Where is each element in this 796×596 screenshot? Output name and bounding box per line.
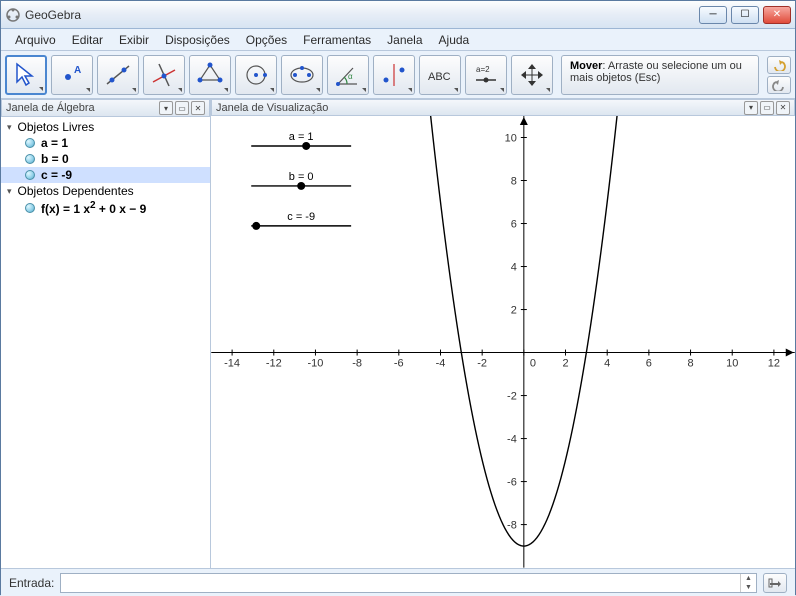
algebra-panel: Janela de Álgebra ▾ ▭ ✕ Objetos Livresa … [1, 99, 211, 568]
object-label: b = 0 [41, 152, 69, 166]
input-help-button[interactable] [763, 573, 787, 593]
close-button[interactable]: ✕ [763, 6, 791, 24]
object-label: a = 1 [41, 136, 68, 150]
svg-text:0: 0 [530, 358, 536, 370]
tool-point[interactable]: A [51, 55, 93, 95]
menu-opções[interactable]: Opções [238, 31, 295, 49]
svg-text:2: 2 [562, 358, 568, 370]
svg-text:-14: -14 [224, 358, 240, 370]
tool-ellipse[interactable] [281, 55, 323, 95]
command-input[interactable] [61, 574, 740, 592]
tool-move-view[interactable] [511, 55, 553, 95]
graphics-view[interactable]: -14 -12 -10 -8 -6 -4 -2 2 4 6 8 10 12 -8 -6 -4 -2 2 4 6 8 10 0… [211, 116, 795, 568]
tool-angle[interactable]: α [327, 55, 369, 95]
input-bar: Entrada: ▲▼ [1, 568, 795, 596]
svg-text:10: 10 [505, 133, 517, 145]
titlebar: GeoGebra ─ ☐ ✕ [1, 1, 795, 29]
algebra-tree: Objetos Livresa = 1 b = 0 c = -9Objetos De… [1, 117, 210, 568]
graphics-title: Janela de Visualização [216, 102, 328, 114]
tool-slider[interactable]: a=2 [465, 55, 507, 95]
dependent-object-0[interactable]: f(x) = 1 x2 + 0 x − 9 [1, 199, 210, 217]
tool-polygon[interactable] [189, 55, 231, 95]
svg-text:2: 2 [511, 305, 517, 317]
tool-line[interactable] [97, 55, 139, 95]
menu-janela[interactable]: Janela [379, 31, 430, 49]
svg-text:a = 1: a = 1 [289, 131, 314, 143]
minimize-button[interactable]: ─ [699, 6, 727, 24]
tree-dependent-objects[interactable]: Objetos Dependentes [1, 183, 210, 199]
svg-text:6: 6 [511, 219, 517, 231]
object-visibility-icon[interactable] [25, 203, 35, 213]
object-visibility-icon[interactable] [25, 138, 35, 148]
svg-text:-2: -2 [507, 391, 517, 403]
svg-text:12: 12 [768, 358, 780, 370]
svg-text:-4: -4 [436, 358, 446, 370]
algebra-header: Janela de Álgebra ▾ ▭ ✕ [1, 99, 210, 117]
svg-text:-6: -6 [394, 358, 404, 370]
svg-text:-10: -10 [308, 358, 324, 370]
svg-text:8: 8 [511, 176, 517, 188]
panel-menu-icon[interactable]: ▾ [159, 101, 173, 115]
svg-text:10: 10 [726, 358, 738, 370]
tool-perpendicular[interactable] [143, 55, 185, 95]
svg-text:8: 8 [687, 358, 693, 370]
geogebra-icon [5, 7, 21, 23]
object-label: f(x) = 1 x2 + 0 x − 9 [41, 200, 146, 216]
tool-hint: Mover: Arraste ou selecione um ou mais o… [561, 55, 759, 95]
menu-editar[interactable]: Editar [64, 31, 111, 49]
tool-text[interactable]: ABC [419, 55, 461, 95]
svg-text:-8: -8 [352, 358, 362, 370]
tool-move[interactable] [5, 55, 47, 95]
svg-text:-12: -12 [266, 358, 282, 370]
maximize-button[interactable]: ☐ [731, 6, 759, 24]
svg-text:-6: -6 [507, 477, 517, 489]
panel-menu-icon[interactable]: ▾ [744, 101, 758, 115]
svg-text:-8: -8 [507, 520, 517, 532]
svg-text:ABC: ABC [428, 71, 451, 83]
svg-text:-2: -2 [477, 358, 487, 370]
svg-text:a=2: a=2 [476, 65, 490, 74]
svg-text:4: 4 [511, 262, 517, 274]
panel-close-icon[interactable]: ✕ [776, 101, 790, 115]
panel-detach-icon[interactable]: ▭ [175, 101, 189, 115]
object-visibility-icon[interactable] [25, 154, 35, 164]
tree-free-objects[interactable]: Objetos Livres [1, 119, 210, 135]
object-visibility-icon[interactable] [25, 170, 35, 180]
panel-close-icon[interactable]: ✕ [191, 101, 205, 115]
free-object-1[interactable]: b = 0 [1, 151, 210, 167]
object-label: c = -9 [41, 168, 72, 182]
input-history-combo[interactable]: ▲▼ [740, 574, 756, 592]
svg-text:b = 0: b = 0 [289, 171, 314, 183]
graphics-panel: Janela de Visualização ▾ ▭ ✕ -14 -12 -10 -8… [211, 99, 795, 568]
panel-detach-icon[interactable]: ▭ [760, 101, 774, 115]
input-field-group: ▲▼ [60, 573, 757, 593]
menubar: ArquivoEditarExibirDisposiçõesOpçõesFerr… [1, 29, 795, 51]
algebra-title: Janela de Álgebra [6, 102, 95, 114]
svg-text:A: A [74, 65, 81, 76]
window-title: GeoGebra [25, 8, 699, 22]
redo-button[interactable] [767, 76, 791, 94]
svg-text:α: α [348, 72, 353, 81]
menu-ferramentas[interactable]: Ferramentas [295, 31, 379, 49]
menu-arquivo[interactable]: Arquivo [7, 31, 64, 49]
toolbar: A α ABC a=2 Mover: Arraste ou selecione … [1, 51, 795, 99]
graphics-header: Janela de Visualização ▾ ▭ ✕ [211, 99, 795, 116]
svg-text:6: 6 [646, 358, 652, 370]
tool-circle[interactable] [235, 55, 277, 95]
menu-ajuda[interactable]: Ajuda [431, 31, 478, 49]
free-object-2[interactable]: c = -9 [1, 167, 210, 183]
input-label: Entrada: [9, 576, 54, 590]
svg-text:-4: -4 [507, 434, 517, 446]
svg-text:4: 4 [604, 358, 610, 370]
tool-reflect[interactable] [373, 55, 415, 95]
menu-exibir[interactable]: Exibir [111, 31, 157, 49]
menu-disposições[interactable]: Disposições [157, 31, 238, 49]
svg-text:c = -9: c = -9 [287, 211, 315, 223]
undo-button[interactable] [767, 56, 791, 74]
tool-hint-title: Mover [570, 60, 602, 72]
main-split: Janela de Álgebra ▾ ▭ ✕ Objetos Livresa … [1, 99, 795, 568]
free-object-0[interactable]: a = 1 [1, 135, 210, 151]
